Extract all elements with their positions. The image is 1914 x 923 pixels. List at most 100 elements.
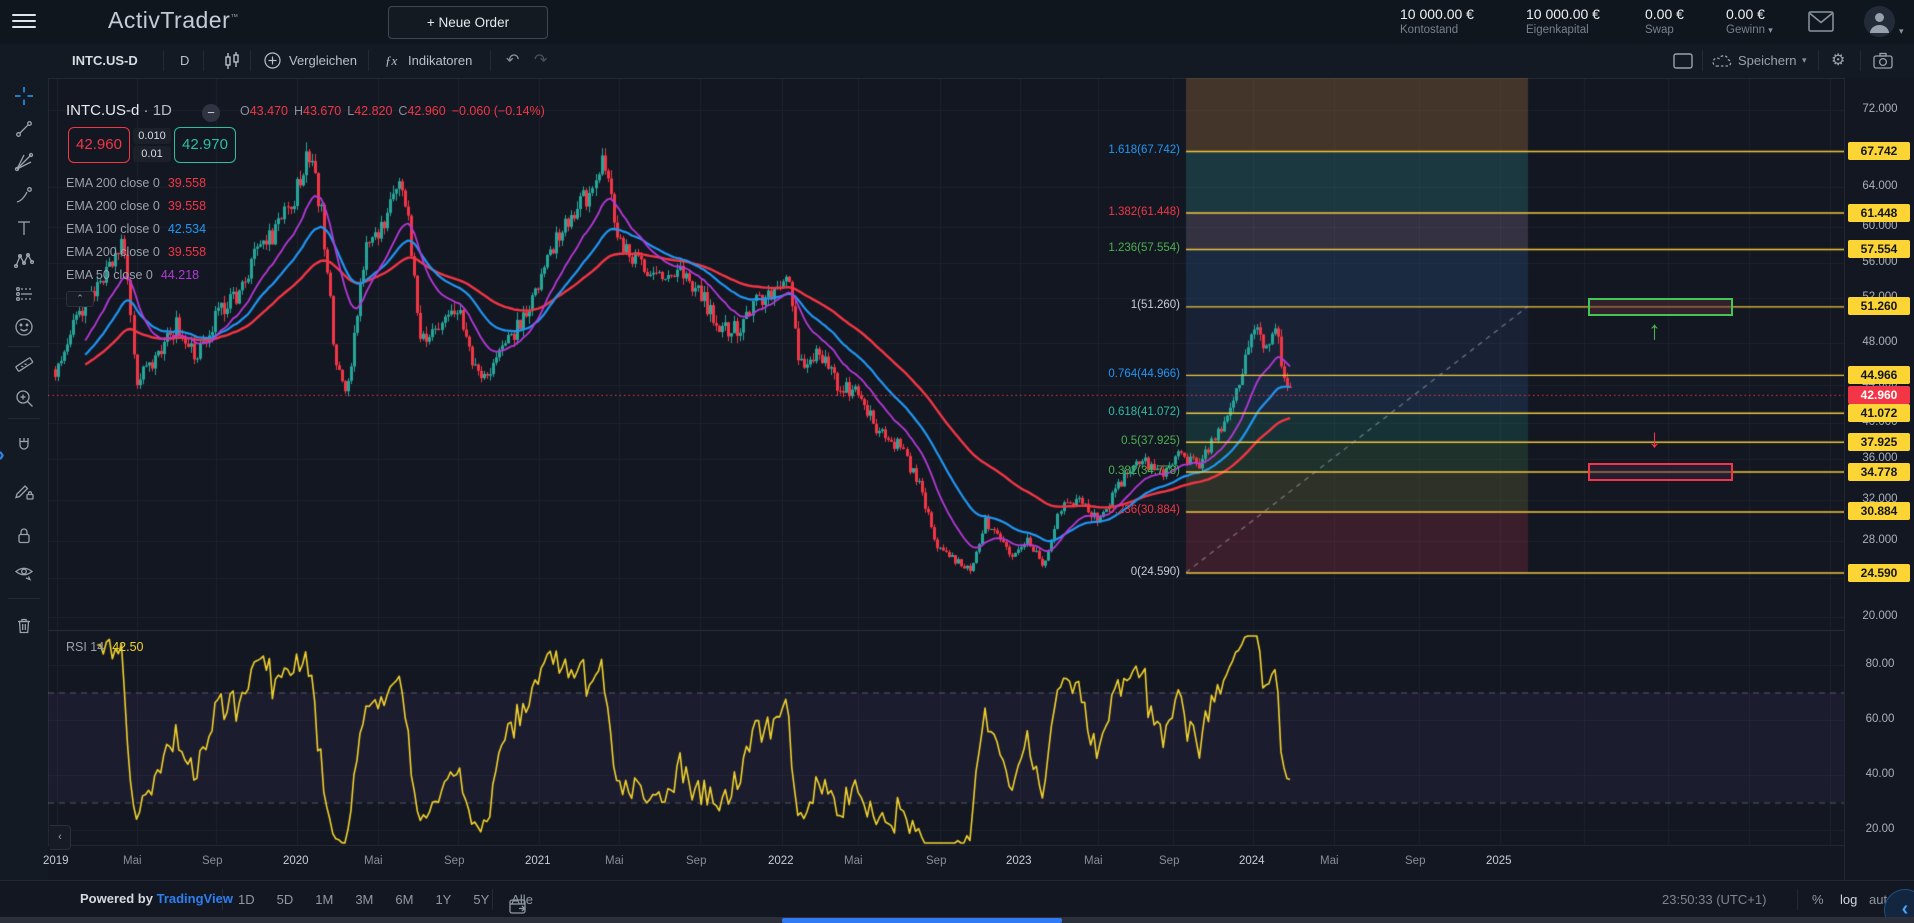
fib-label-1.382: 1.382(61.448)	[1080, 206, 1180, 218]
indicator-row[interactable]: EMA 200 close 039.558	[66, 176, 206, 194]
time-tick-label: Mai	[1084, 855, 1103, 867]
price-tick-label: 20.000	[1845, 610, 1914, 622]
avatar-caret-icon[interactable]: ▾	[1899, 26, 1904, 37]
arrow-down-mark[interactable]: ↓	[1648, 426, 1661, 450]
sell-bid-button[interactable]: 42.960	[68, 127, 130, 163]
chart-type-candles-icon[interactable]	[222, 44, 242, 77]
indicator-row[interactable]: EMA 200 close 039.558	[66, 199, 206, 217]
timeframe-row: 1D5D1M3M6M1Y5YAlle	[238, 881, 533, 918]
new-order-button[interactable]: + Neue Order	[388, 6, 548, 39]
pane-divider[interactable]	[48, 630, 1914, 631]
indicator-value: 39.558	[168, 245, 206, 259]
timeframe-5y-button[interactable]: 5Y	[473, 892, 489, 907]
indicator-label: EMA 100 close 0	[66, 222, 160, 236]
price-tick-label: 28.000	[1845, 534, 1914, 546]
rsi-tick-label: 20.00	[1845, 823, 1914, 835]
collapse-legend-button[interactable]: ⌃	[66, 291, 94, 307]
symbol-button[interactable]: INTC.US-D	[72, 44, 138, 77]
trademark: ™	[230, 12, 239, 21]
timeframe-6m-button[interactable]: 6M	[395, 892, 413, 907]
save-caret-icon[interactable]: ▾	[1802, 44, 1807, 77]
fib-price-badge: 41.072	[1848, 404, 1910, 422]
chart-legend-title[interactable]: INTC.US-d · 1D	[66, 102, 172, 119]
save-button[interactable]: Speichern	[1738, 44, 1797, 77]
fib-price-badge: 24.590	[1848, 564, 1910, 582]
percent-scale-button[interactable]: %	[1812, 892, 1824, 907]
text-tool-icon[interactable]	[12, 216, 36, 240]
redo-icon[interactable]: ↷	[534, 44, 547, 77]
timeframe-1m-button[interactable]: 1M	[315, 892, 333, 907]
chart-toolbar: INTC.US-D D Vergleichen ƒx Indikatoren ↶…	[0, 44, 1914, 79]
fib-price-badge: 37.925	[1848, 433, 1910, 451]
toolbar-divider	[8, 598, 40, 599]
rsi-tick-label: 80.00	[1845, 658, 1914, 670]
undo-icon[interactable]: ↶	[506, 44, 519, 77]
crosshair-icon[interactable]	[12, 84, 36, 108]
drawing-bar-collapse-tab[interactable]: ‹	[50, 825, 71, 850]
buy-ask-button[interactable]: 42.970	[174, 127, 236, 163]
log-scale-button[interactable]: log	[1840, 892, 1857, 907]
compare-button[interactable]: Vergleichen	[289, 44, 357, 77]
rsi-legend[interactable]: RSI 1442.50	[66, 640, 144, 654]
user-avatar[interactable]	[1864, 6, 1895, 37]
xabcd-pattern-icon[interactable]	[12, 249, 36, 273]
left-panel-expander[interactable]: ›	[0, 444, 5, 467]
fib-label-1.236: 1.236(57.554)	[1080, 242, 1180, 254]
time-tick-label: 2021	[525, 855, 551, 867]
cloud-save-icon[interactable]	[1712, 44, 1734, 77]
timeframe-5d-button[interactable]: 5D	[277, 892, 294, 907]
remove-all-drawings-icon[interactable]	[12, 613, 36, 637]
settings-gear-icon[interactable]: ⚙	[1831, 44, 1845, 77]
layout-icon[interactable]	[1672, 44, 1694, 77]
time-tick-label: Mai	[123, 855, 142, 867]
camera-icon[interactable]	[1872, 44, 1894, 77]
zoom-in-icon[interactable]	[12, 386, 36, 410]
taskbar-accent	[782, 918, 1062, 923]
price-axis[interactable]: 72.00064.00060.00056.00052.00048.00044.0…	[1844, 78, 1914, 880]
time-axis[interactable]: 2019MaiSep2020MaiSep2021MaiSep2022MaiSep…	[48, 845, 1844, 881]
brush-icon[interactable]	[12, 183, 36, 207]
timeframe-1y-button[interactable]: 1Y	[435, 892, 451, 907]
stat-value: 10 000.00 €	[1526, 6, 1644, 22]
magnet-icon[interactable]	[12, 433, 36, 457]
indicator-row[interactable]: EMA 50 close 044.218	[66, 268, 199, 286]
indicator-row[interactable]: EMA 200 close 039.558	[66, 245, 206, 263]
hide-legend-button[interactable]: −	[202, 104, 220, 122]
last-price-badge: 42.960	[1848, 386, 1910, 404]
drawing-pencil-lock-icon[interactable]	[12, 478, 36, 502]
ohlc-value: 43.470	[250, 104, 288, 118]
stat-label: Eigenkapital	[1526, 24, 1644, 36]
ohlc-key: H	[294, 104, 303, 118]
compare-icon[interactable]	[263, 44, 282, 77]
gann-fork-icon[interactable]	[12, 150, 36, 174]
fib-price-badge: 44.966	[1848, 366, 1910, 384]
trend-line-icon[interactable]	[12, 117, 36, 141]
lock-all-drawings-icon[interactable]	[12, 523, 36, 547]
arrow-up-mark[interactable]: ↑	[1648, 318, 1661, 342]
indicators-fx-icon[interactable]: ƒx	[385, 44, 397, 77]
indicator-label: EMA 200 close 0	[66, 199, 160, 213]
long-target-rectangle[interactable]	[1588, 298, 1733, 316]
timeframe-1d-button[interactable]: 1D	[238, 892, 255, 907]
fib-price-badge: 51.260	[1848, 297, 1910, 315]
time-tick-label: 2020	[283, 855, 309, 867]
indicator-row[interactable]: EMA 100 close 042.534	[66, 222, 206, 240]
menu-icon[interactable]	[12, 14, 36, 30]
timeframe-3m-button[interactable]: 3M	[355, 892, 373, 907]
activtrader-app: ActivTrader™ + Neue Order ▾ 10 000.00 €K…	[0, 0, 1914, 923]
indicators-button[interactable]: Indikatoren	[408, 44, 472, 77]
price-chart-canvas[interactable]	[48, 78, 1844, 845]
account-stat-gewinn: 0.00 €Gewinn ▾	[1726, 6, 1844, 36]
ohlc-values: O43.470H43.670L42.820C42.960−0.060 (−0.1…	[240, 104, 551, 118]
hide-all-drawings-icon[interactable]	[12, 560, 36, 584]
fib-label-0.618: 0.618(41.072)	[1080, 406, 1180, 418]
emoji-icon[interactable]	[12, 315, 36, 339]
time-tick-label: Mai	[364, 855, 383, 867]
stat-caret-icon[interactable]: ▾	[1768, 25, 1773, 35]
short-target-rectangle[interactable]	[1588, 463, 1733, 481]
interval-button[interactable]: D	[180, 44, 189, 77]
ohlc-value: 43.670	[303, 104, 341, 118]
ruler-icon[interactable]	[12, 352, 36, 376]
forecast-icon[interactable]	[12, 282, 36, 306]
indicator-value: 44.218	[161, 268, 199, 282]
